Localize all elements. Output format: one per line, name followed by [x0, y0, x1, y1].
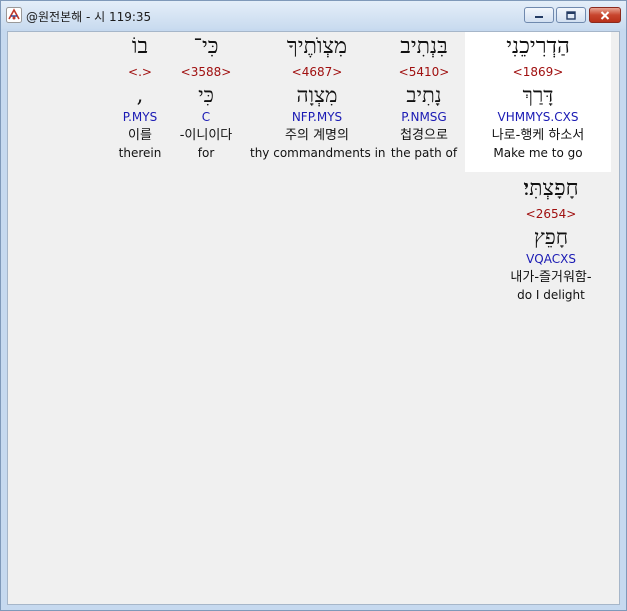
lemma-word: מִצְוָה: [296, 83, 338, 107]
interlinear-view[interactable]: הַדְרִיכֵנִי <1869> דָּרַךְ VHMMYS.CXS 나…: [7, 31, 620, 605]
morphology-code: C: [201, 110, 211, 124]
korean-gloss: 내가-즐거워함-: [510, 270, 592, 285]
maximize-icon: [566, 10, 576, 20]
korean-gloss: 나로-행케 하소서: [491, 128, 585, 143]
word-column[interactable]: מִצְוֺתֶיךָ <4687> מִצְוָה NFP.MYS 주의 계명…: [250, 32, 386, 161]
hebrew-word: מִצְוֺתֶיךָ: [286, 34, 348, 59]
english-gloss: therein: [118, 146, 162, 160]
morphology-code: VHMMYS.CXS: [497, 110, 579, 124]
strong-number[interactable]: <1869>: [465, 62, 611, 82]
morphology-code: NFP.MYS: [291, 110, 343, 124]
strong-number[interactable]: <3588>: [171, 62, 241, 82]
word-column[interactable]: כִּי־ <3588> כִּי C -이니이다 for: [171, 32, 241, 161]
korean-gloss: 이를: [128, 128, 152, 143]
korean-gloss: -이니이다: [179, 128, 233, 143]
word-column[interactable]: בוֹ <.> , P.MYS 이를 therein: [112, 32, 168, 161]
close-icon: [600, 10, 610, 20]
korean-gloss: 주의 계명의: [285, 128, 349, 143]
english-gloss: thy commandments in: [250, 146, 386, 160]
minimize-icon: [535, 16, 543, 18]
lemma-word: נָתִיב: [406, 83, 442, 107]
english-gloss: Make me to go: [493, 146, 583, 160]
hebrew-word: בִּנְתִיב: [400, 34, 448, 59]
word-column[interactable]: הַדְרִיכֵנִי <1869> דָּרַךְ VHMMYS.CXS 나…: [465, 32, 611, 161]
close-button[interactable]: [589, 7, 621, 23]
title-bar[interactable]: @원전본해 - 시 119:35: [1, 1, 626, 29]
window-title: @원전본해 - 시 119:35: [26, 10, 152, 24]
lemma-word: ,: [136, 83, 144, 107]
hebrew-word: הַדְרִיכֵנִי: [506, 34, 570, 59]
hebrew-word: בוֹ: [131, 34, 149, 59]
strong-number[interactable]: <.>: [112, 62, 168, 82]
korean-gloss: 첩경으로: [400, 128, 448, 143]
morphology-code: P.NMSG: [401, 110, 447, 124]
maximize-button[interactable]: [556, 7, 586, 23]
lemma-word: חָפֵץ: [533, 225, 569, 249]
lemma-word: כִּי: [198, 83, 214, 107]
word-column[interactable]: בִּנְתִיב <5410> נָתִיב P.NMSG 첩경으로 the …: [389, 32, 459, 161]
minimize-button[interactable]: [524, 7, 554, 23]
english-gloss: do I delight: [517, 288, 585, 302]
strong-number[interactable]: <4687>: [250, 62, 384, 82]
app-logo-icon: [6, 7, 22, 23]
strong-number[interactable]: <5410>: [389, 62, 459, 82]
english-gloss: the path of: [390, 146, 458, 160]
english-gloss: for: [197, 146, 215, 160]
app-window: @원전본해 - 시 119:35 הַדְרִיכֵנִי <1869> דָּ…: [0, 0, 627, 611]
word-column[interactable]: חָפָצְתִּי׃ <2654> חָפֵץ VQACXS 내가-즐거워함-…: [489, 174, 613, 303]
lemma-word: דָּרַךְ: [522, 83, 554, 107]
strong-number[interactable]: <2654>: [489, 204, 613, 224]
hebrew-word: חָפָצְתִּי׃: [523, 176, 579, 201]
hebrew-word: כִּי־: [193, 34, 219, 59]
morphology-code: P.MYS: [122, 110, 158, 124]
morphology-code: VQACXS: [526, 252, 576, 266]
